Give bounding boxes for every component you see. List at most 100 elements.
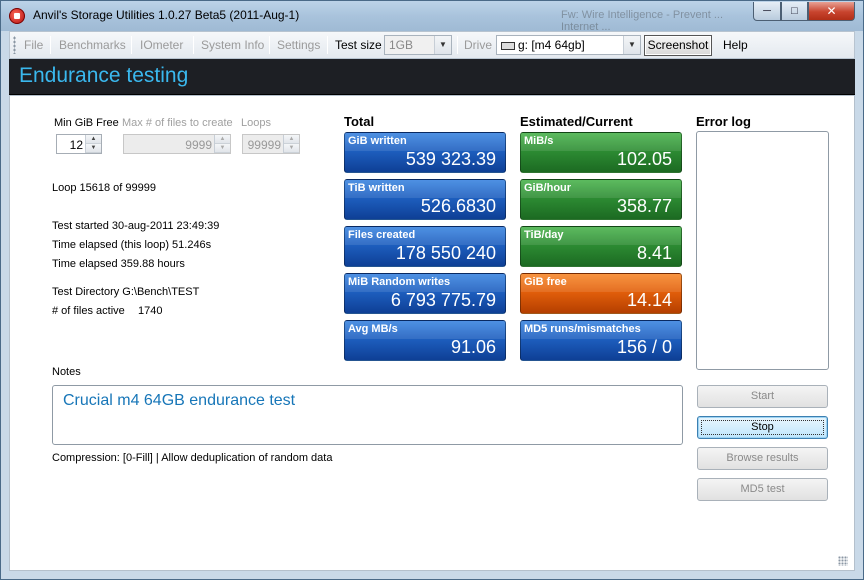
tile-label: MiB Random writes <box>348 276 451 288</box>
drive-select[interactable]: g: [m4 64gb] ▼ <box>496 35 641 55</box>
maximize-button[interactable]: □ <box>781 2 808 21</box>
app-icon[interactable] <box>9 8 25 24</box>
spinner-arrows[interactable]: ▲ ▼ <box>214 135 230 153</box>
tile-gib-per-hour: GiB/hour 358.77 <box>520 179 682 220</box>
close-icon: ✕ <box>826 4 837 18</box>
resize-grip-icon[interactable] <box>838 556 848 566</box>
tile-label: GiB/hour <box>524 182 572 194</box>
close-button[interactable]: ✕ <box>808 2 855 21</box>
menu-separator <box>457 36 458 54</box>
loops-spinner[interactable]: 99999 ▲ ▼ <box>242 134 300 154</box>
arrow-down-icon[interactable]: ▼ <box>284 144 299 153</box>
tile-value: 14.14 <box>626 290 672 310</box>
tile-label: Avg MB/s <box>348 323 398 335</box>
tile-value: 6 793 775.79 <box>390 290 496 310</box>
files-active-value: 1740 <box>138 305 163 317</box>
tile-value: 91.06 <box>450 337 496 357</box>
toolbar-grip-icon[interactable] <box>13 36 16 54</box>
max-files-label: Max # of files to create <box>122 117 233 129</box>
test-directory: Test Directory G:\Bench\TEST <box>52 286 200 298</box>
menu-bar: File Benchmarks IOmeter System Info Sett… <box>9 31 855 59</box>
start-button[interactable]: Start <box>697 385 828 408</box>
maximize-icon: □ <box>791 5 798 17</box>
menu-help[interactable]: Help <box>723 38 748 52</box>
error-log-heading: Error log <box>696 114 751 129</box>
tile-tib-per-day: TiB/day 8.41 <box>520 226 682 267</box>
tile-value: 156 / 0 <box>616 337 672 357</box>
menu-separator <box>327 36 328 54</box>
notes-field[interactable]: Crucial m4 64GB endurance test <box>52 385 683 445</box>
tile-mib-random-writes: MiB Random writes 6 793 775.79 <box>344 273 506 314</box>
tile-label: TiB written <box>348 182 405 194</box>
menu-file[interactable]: File <box>24 38 43 52</box>
loops-value: 99999 <box>247 138 281 152</box>
arrow-up-icon[interactable]: ▲ <box>215 135 230 144</box>
menu-separator <box>193 36 194 54</box>
spinner-arrows[interactable]: ▲ ▼ <box>85 135 101 153</box>
page-header: Endurance testing <box>9 59 855 95</box>
time-elapsed-total: Time elapsed 359.88 hours <box>52 258 185 270</box>
tile-avg-mbs: Avg MB/s 91.06 <box>344 320 506 361</box>
browse-results-button[interactable]: Browse results <box>697 447 828 470</box>
menu-system-info[interactable]: System Info <box>201 38 264 52</box>
min-free-label: Min GiB Free <box>54 117 119 129</box>
arrow-down-icon[interactable]: ▼ <box>215 144 230 153</box>
tile-label: GiB free <box>524 276 567 288</box>
tile-mib-per-sec: MiB/s 102.05 <box>520 132 682 173</box>
window-title: Anvil's Storage Utilities 1.0.27 Beta5 (… <box>33 8 300 22</box>
notes-text: Crucial m4 64GB endurance test <box>63 392 296 409</box>
tile-value: 102.05 <box>616 149 672 169</box>
tile-label: TiB/day <box>524 229 564 241</box>
stop-button[interactable]: Stop <box>697 416 828 439</box>
focus-ring <box>701 420 824 435</box>
minimize-icon: ─ <box>763 5 771 17</box>
tile-gib-written: GiB written 539 323.39 <box>344 132 506 173</box>
tile-value: 539 323.39 <box>405 149 496 169</box>
menu-settings[interactable]: Settings <box>277 38 320 52</box>
spinner-arrows[interactable]: ▲ ▼ <box>283 135 299 153</box>
tile-label: MiB/s <box>524 135 554 147</box>
tile-gib-free: GiB free 14.14 <box>520 273 682 314</box>
background-window-text: Fw: Wire Intelligence - Prevent ... Inte… <box>561 9 723 33</box>
arrow-up-icon[interactable]: ▲ <box>86 135 101 144</box>
test-size-select[interactable]: 1GB ▼ <box>384 35 452 55</box>
loop-status: Loop 15618 of 99999 <box>52 182 156 194</box>
max-files-spinner[interactable]: 9999 ▲ ▼ <box>123 134 231 154</box>
drive-label: Drive <box>464 38 493 52</box>
screenshot-button[interactable]: Screenshot <box>644 35 712 56</box>
title-bar[interactable]: Anvil's Storage Utilities 1.0.27 Beta5 (… <box>1 1 863 33</box>
test-size-value: 1GB <box>389 38 414 52</box>
tile-tib-written: TiB written 526.6830 <box>344 179 506 220</box>
notes-label: Notes <box>52 366 81 378</box>
menu-iometer[interactable]: IOmeter <box>140 38 183 52</box>
tile-md5-runs: MD5 runs/mismatches 156 / 0 <box>520 320 682 361</box>
tile-label: GiB written <box>348 135 407 147</box>
drive-value: g: [m4 64gb] <box>518 38 585 52</box>
min-free-spinner[interactable]: 12 ▲ ▼ <box>56 134 102 154</box>
min-free-value: 12 <box>69 138 83 152</box>
totals-heading: Total <box>344 114 375 129</box>
chevron-down-icon: ▼ <box>623 36 640 54</box>
menu-separator <box>50 36 51 54</box>
max-files-value: 9999 <box>185 138 212 152</box>
menu-separator <box>269 36 270 54</box>
compression-info: Compression: [0-Fill] | Allow deduplicat… <box>52 452 333 464</box>
app-window: Anvil's Storage Utilities 1.0.27 Beta5 (… <box>0 0 864 580</box>
tile-value: 526.6830 <box>420 196 496 216</box>
menu-separator <box>131 36 132 54</box>
arrow-up-icon[interactable]: ▲ <box>284 135 299 144</box>
page-title: Endurance testing <box>19 64 189 87</box>
menu-benchmarks[interactable]: Benchmarks <box>59 38 126 52</box>
chevron-down-icon: ▼ <box>434 36 451 54</box>
arrow-down-icon[interactable]: ▼ <box>86 144 101 153</box>
tile-files-created: Files created 178 550 240 <box>344 226 506 267</box>
time-elapsed-loop: Time elapsed (this loop) 51.246s <box>52 239 212 251</box>
test-started: Test started 30-aug-2011 23:49:39 <box>52 220 220 232</box>
minimize-button[interactable]: ─ <box>753 2 781 21</box>
error-log-box[interactable] <box>696 131 829 370</box>
tile-value: 178 550 240 <box>395 243 496 263</box>
drive-icon <box>501 41 515 50</box>
md5-test-button[interactable]: MD5 test <box>697 478 828 501</box>
main-panel: Min GiB Free 12 ▲ ▼ Max # of files to cre… <box>9 95 855 571</box>
tile-value: 8.41 <box>636 243 672 263</box>
